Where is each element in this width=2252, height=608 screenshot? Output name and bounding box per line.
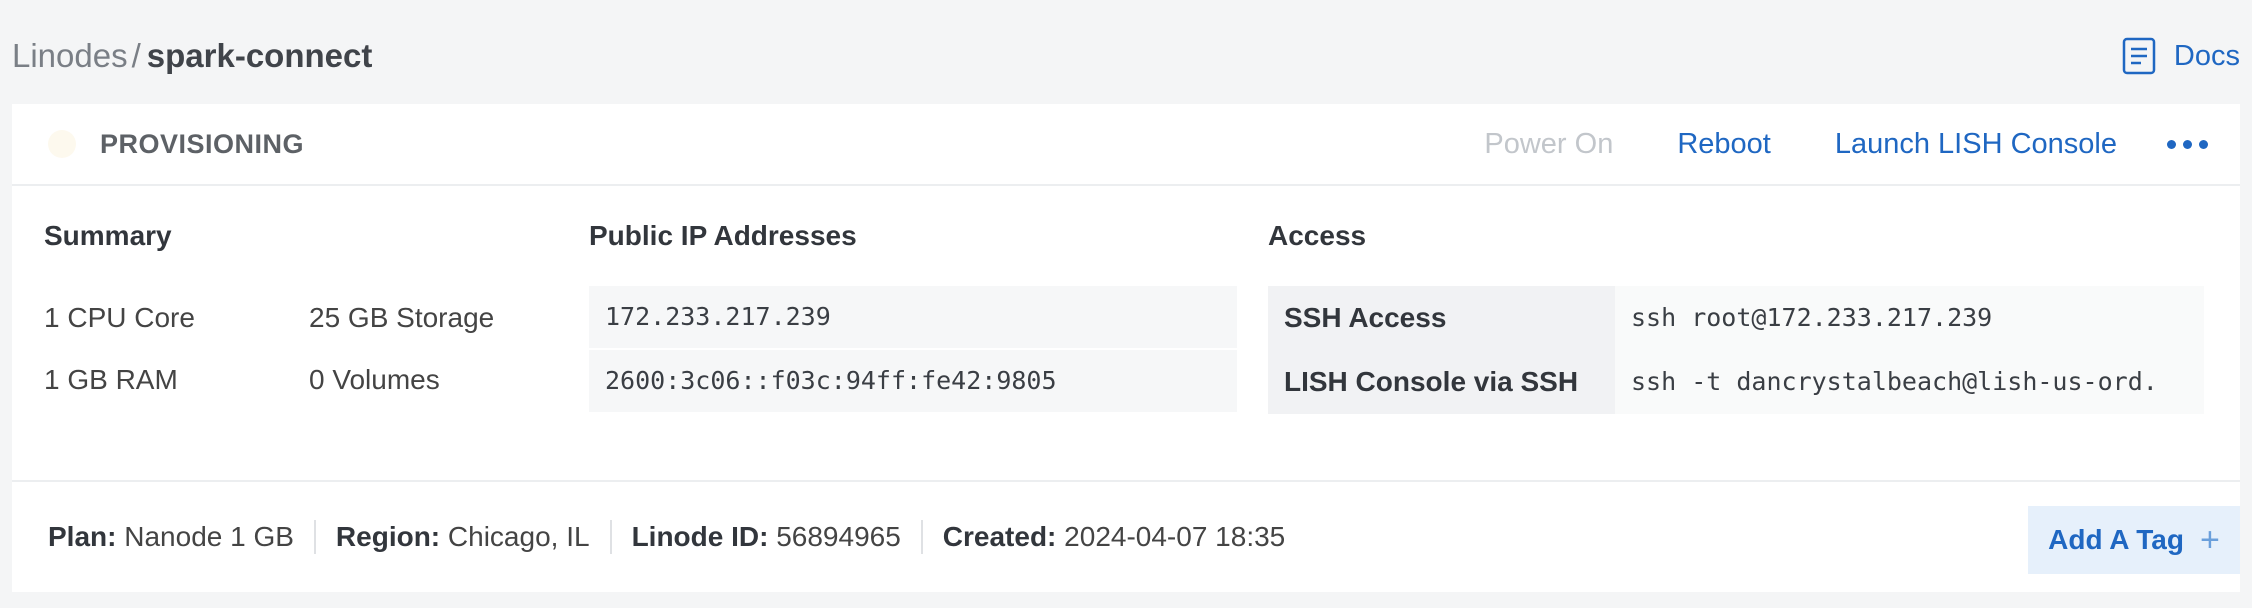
linode-metadata: Plan: Nanode 1 GB Region: Chicago, IL Li… [48, 482, 1285, 592]
linode-entity-footer: Plan: Nanode 1 GB Region: Chicago, IL Li… [12, 480, 2240, 592]
storage-spec: 25 GB Storage [309, 302, 495, 333]
lish-ssh-label: LISH Console via SSH [1268, 350, 1615, 414]
status-label: PROVISIONING [100, 129, 305, 159]
divider [609, 520, 612, 554]
access-title: Access [1268, 220, 1367, 251]
reboot-button[interactable]: Reboot [1677, 128, 1771, 161]
region-label: Region: [335, 521, 441, 552]
public-ip-title: Public IP Addresses [589, 220, 857, 251]
breadcrumb-separator: / [131, 37, 141, 74]
power-on-button[interactable]: Power On [1484, 128, 1613, 161]
docs-label: Docs [2173, 39, 2240, 72]
linode-id-label: Linode ID: [631, 521, 769, 552]
plan-info: Plan: Nanode 1 GB [48, 521, 294, 553]
created-value: 2024-04-07 18:35 [1064, 521, 1286, 552]
more-actions-icon[interactable] [2167, 134, 2208, 155]
docs-icon [2122, 37, 2156, 75]
linode-id-info: Linode ID: 56894965 [632, 521, 901, 553]
region-info: Region: Chicago, IL [336, 521, 590, 553]
add-tag-label: Add A Tag [2048, 524, 2184, 555]
summary-title: Summary [44, 220, 172, 251]
divider [920, 520, 923, 554]
plan-label: Plan: [48, 521, 117, 552]
cpu-spec: 1 CPU Core [44, 302, 195, 333]
ipv6-address[interactable]: 2600:3c06::f03c:94ff:fe42:9805 [605, 350, 1057, 412]
status-indicator-icon [48, 130, 76, 158]
linode-entity-header: PROVISIONING Power On Reboot Launch LISH… [12, 104, 2240, 186]
ram-spec: 1 GB RAM [44, 364, 178, 395]
lish-ssh-row: LISH Console via SSH ssh -t dancrystalbe… [1268, 350, 2204, 414]
ipv4-address[interactable]: 172.233.217.239 [605, 286, 831, 348]
linode-label[interactable]: spark-connect [147, 37, 373, 74]
header-actions: Power On Reboot Launch LISH Console [1484, 104, 2240, 184]
linode-id-value: 56894965 [776, 521, 901, 552]
region-value: Chicago, IL [447, 521, 590, 552]
lish-ssh-command[interactable]: ssh -t dancrystalbeach@lish-us-ord. [1615, 350, 2204, 414]
ipv4-row: 172.233.217.239 [589, 286, 1237, 348]
docs-link[interactable]: Docs [2122, 36, 2240, 76]
add-tag-button[interactable]: Add A Tag + [2028, 506, 2240, 574]
ipv6-row: 2600:3c06::f03c:94ff:fe42:9805 [589, 350, 1237, 412]
breadcrumb: Linodes / spark-connect [12, 34, 372, 78]
breadcrumb-linodes-link[interactable]: Linodes [12, 37, 128, 74]
ssh-access-row: SSH Access ssh root@172.233.217.239 [1268, 286, 2204, 350]
ssh-access-command[interactable]: ssh root@172.233.217.239 [1615, 286, 2204, 350]
linode-summary-body: Summary 1 CPU Core 25 GB Storage 1 GB RA… [12, 186, 2240, 480]
top-bar: Linodes / spark-connect Docs [12, 0, 2240, 104]
ssh-access-label: SSH Access [1268, 286, 1615, 350]
volumes-spec[interactable]: 0 Volumes [309, 364, 440, 396]
created-info: Created: 2024-04-07 18:35 [943, 521, 1285, 553]
plan-value: Nanode 1 GB [124, 521, 294, 552]
launch-lish-console-button[interactable]: Launch LISH Console [1835, 128, 2117, 161]
divider [313, 520, 316, 554]
plus-icon: + [2199, 520, 2220, 559]
created-label: Created: [942, 521, 1057, 552]
